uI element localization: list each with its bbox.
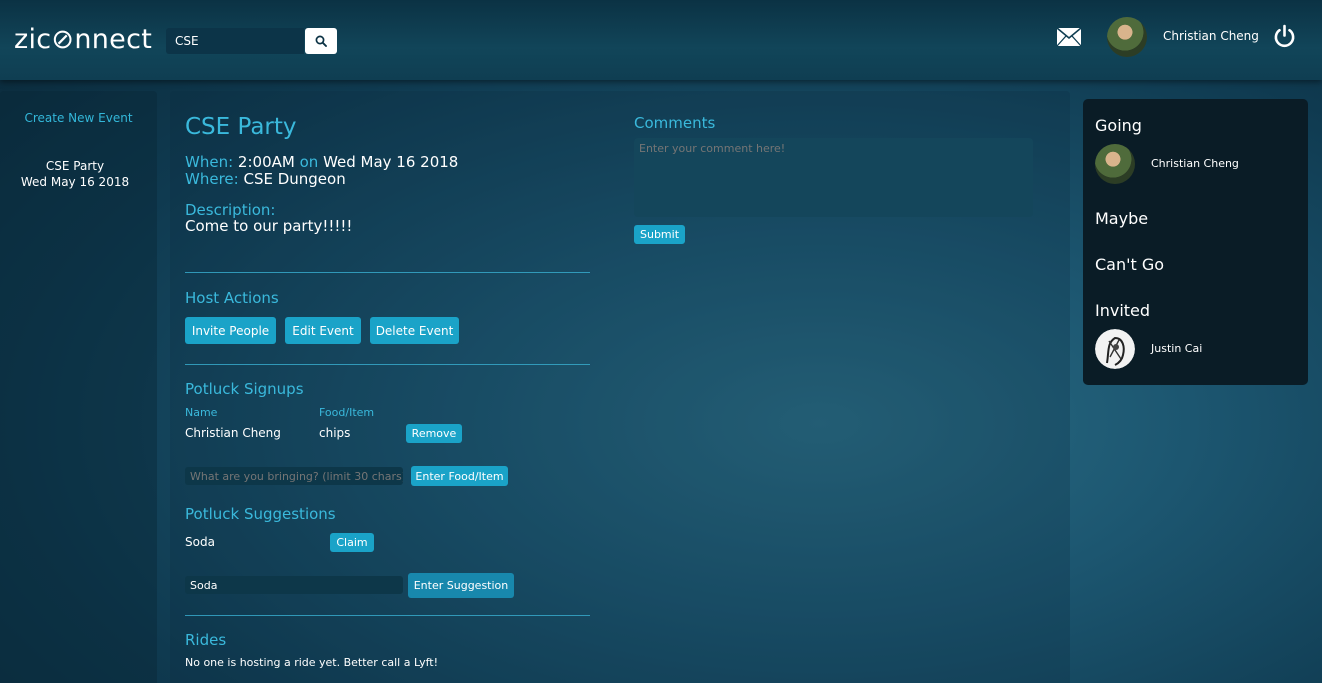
going-user-name[interactable]: Christian Cheng xyxy=(1151,157,1239,170)
signup-item: chips xyxy=(319,426,351,440)
signup-name: Christian Cheng xyxy=(185,426,281,440)
sidebar-event-date: Wed May 16 2018 xyxy=(20,175,130,189)
app-logo[interactable]: zic⊘nnect xyxy=(14,24,152,55)
user-name[interactable]: Christian Cheng xyxy=(1163,29,1259,43)
event-where: Where: CSE Dungeon xyxy=(185,170,346,188)
mail-icon[interactable] xyxy=(1056,27,1082,47)
invited-user-avatar[interactable] xyxy=(1095,329,1135,369)
edit-event-button[interactable]: Edit Event xyxy=(285,317,361,344)
rsvp-panel: Going Christian Cheng Maybe Can't Go Inv… xyxy=(1083,99,1308,385)
divider xyxy=(185,364,590,365)
suggestion-item: Soda xyxy=(185,535,215,549)
potluck-signups-heading: Potluck Signups xyxy=(185,380,304,398)
enter-suggestion-button[interactable]: Enter Suggestion xyxy=(408,573,514,598)
going-user-avatar[interactable] xyxy=(1095,144,1135,184)
when-label: When: xyxy=(185,153,234,171)
column-header-food: Food/Item xyxy=(319,406,375,419)
going-heading: Going xyxy=(1095,116,1142,135)
create-event-link[interactable]: Create New Event xyxy=(0,111,157,125)
comment-input[interactable] xyxy=(634,138,1033,217)
on-label: on xyxy=(299,153,319,171)
user-avatar[interactable] xyxy=(1107,17,1147,57)
host-actions-heading: Host Actions xyxy=(185,289,279,307)
events-sidebar: Create New Event CSE Party Wed May 16 20… xyxy=(0,91,157,683)
invite-people-button[interactable]: Invite People xyxy=(185,317,276,344)
suggestion-input[interactable] xyxy=(185,576,403,594)
food-item-input[interactable] xyxy=(185,467,403,485)
invited-user-name[interactable]: Justin Cai xyxy=(1151,342,1202,355)
power-icon[interactable] xyxy=(1272,24,1297,49)
maybe-heading: Maybe xyxy=(1095,209,1149,228)
event-title: CSE Party xyxy=(185,114,297,140)
invited-heading: Invited xyxy=(1095,301,1151,320)
enter-food-item-button[interactable]: Enter Food/Item xyxy=(411,466,508,486)
top-nav-bar: zic⊘nnect Christian Cheng xyxy=(0,0,1322,80)
search-icon xyxy=(315,35,327,47)
remove-signup-button[interactable]: Remove xyxy=(406,424,462,443)
sidebar-event-item[interactable]: CSE Party Wed May 16 2018 xyxy=(0,158,150,190)
cant-go-heading: Can't Go xyxy=(1095,255,1165,274)
rides-heading: Rides xyxy=(185,631,227,649)
submit-comment-button[interactable]: Submit xyxy=(634,225,685,244)
column-header-name: Name xyxy=(185,406,218,419)
search-button[interactable] xyxy=(305,28,337,54)
event-description: Come to our party!!!!! xyxy=(185,217,353,235)
event-when: When: 2:00AM on Wed May 16 2018 xyxy=(185,153,458,171)
divider xyxy=(185,615,590,616)
comments-heading: Comments xyxy=(634,114,716,132)
search-input[interactable] xyxy=(166,28,304,54)
rides-message: No one is hosting a ride yet. Better cal… xyxy=(185,656,438,669)
event-time: 2:00AM xyxy=(237,153,295,171)
event-location: CSE Dungeon xyxy=(243,170,346,188)
delete-event-button[interactable]: Delete Event xyxy=(370,317,459,344)
potluck-suggestions-heading: Potluck Suggestions xyxy=(185,505,336,523)
divider xyxy=(185,272,590,273)
claim-suggestion-button[interactable]: Claim xyxy=(330,533,374,552)
event-date: Wed May 16 2018 xyxy=(323,153,459,171)
where-label: Where: xyxy=(185,170,239,188)
sidebar-event-name: CSE Party xyxy=(45,159,105,173)
